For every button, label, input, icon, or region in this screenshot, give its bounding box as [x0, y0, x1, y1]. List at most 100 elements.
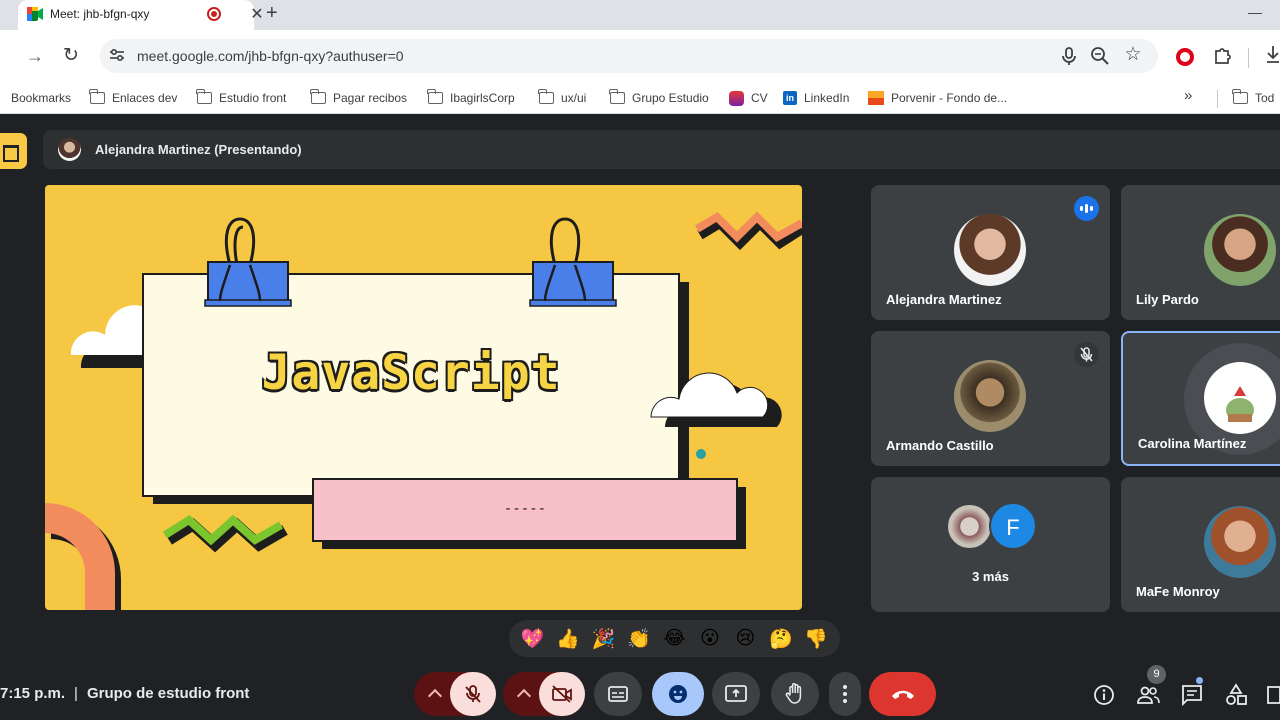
folder-icon — [538, 89, 554, 104]
cactus-icon — [1226, 386, 1254, 422]
chat-icon[interactable] — [1180, 683, 1204, 707]
camera-options-chevron-icon[interactable] — [516, 688, 532, 704]
binder-clip-left — [204, 217, 292, 307]
bookmark-folder[interactable]: Enlaces dev — [89, 88, 178, 108]
emoji-icon — [669, 685, 687, 703]
more-options-button[interactable] — [829, 672, 861, 716]
chat-notification-dot — [1196, 677, 1203, 684]
hand-icon — [785, 683, 802, 704]
bookmark-label: Enlaces dev — [112, 91, 178, 105]
download-icon[interactable] — [1266, 44, 1280, 64]
reaction-heart[interactable]: 💖 — [516, 627, 550, 651]
activities-icon[interactable] — [1224, 683, 1248, 707]
participant-tile[interactable]: Alejandra Martinez — [871, 185, 1110, 320]
bookmark-item[interactable]: CV — [729, 88, 768, 108]
reaction-party[interactable]: 🎉 — [587, 627, 621, 651]
browser-toolbar: → ↻ meet.google.com/jhb-bfgn-qxy?authuse… — [0, 30, 1280, 82]
reactions-bar: 💖 👍 🎉 👏 😂 😮 😢 🤔 👎 — [509, 620, 840, 657]
raise-hand-button[interactable] — [771, 672, 819, 716]
window-minimize-button[interactable]: — — [1248, 4, 1262, 20]
mic-options-chevron-icon[interactable] — [427, 688, 443, 704]
reaction-laugh[interactable]: 😂 — [657, 627, 691, 650]
participant-tile[interactable]: Armando Castillo — [871, 331, 1110, 466]
mic-off-icon — [1074, 342, 1099, 367]
zoom-icon[interactable] — [1089, 45, 1111, 67]
bookmark-item[interactable]: Bookmarks — [11, 88, 71, 108]
reaction-sad[interactable]: 😢 — [728, 627, 762, 650]
participant-name: Alejandra Martinez — [886, 292, 1002, 307]
porvenir-icon — [868, 91, 884, 105]
cv-icon — [729, 90, 744, 106]
avatar — [954, 360, 1026, 432]
reaction-clap[interactable]: 👏 — [622, 627, 656, 651]
meeting-details-icon[interactable] — [1092, 683, 1116, 707]
new-tab-button[interactable]: + — [266, 2, 278, 25]
site-settings-icon[interactable] — [110, 49, 124, 61]
reaction-thumbs-down[interactable]: 👎 — [799, 627, 833, 651]
browser-tabstrip: Meet: jhb-bfgn-qxy ✕ + — — [0, 0, 1280, 30]
participant-tile-overflow[interactable]: F 3 más — [871, 477, 1110, 612]
bookmark-star-icon[interactable]: ☆ — [1122, 43, 1144, 66]
present-screen-button[interactable] — [712, 672, 760, 716]
mic-off-icon — [465, 685, 481, 703]
camera-toggle-button[interactable] — [539, 672, 585, 716]
mic-toggle-button[interactable] — [450, 672, 496, 716]
opera-extension-icon[interactable] — [1176, 48, 1194, 66]
bookmarks-bar: Bookmarks Enlaces dev Estudio front Paga… — [0, 82, 1280, 114]
bookmark-label: Grupo Estudio — [632, 91, 709, 105]
captions-button[interactable] — [594, 672, 642, 716]
slide-subtitle: ----- — [503, 501, 547, 517]
folder-icon — [310, 89, 326, 104]
tab-close-button[interactable]: ✕ — [248, 4, 266, 24]
meeting-name: Grupo de estudio front — [86, 685, 250, 702]
bookmark-folder[interactable]: Tod — [1232, 88, 1275, 108]
bookmark-label: CV — [751, 91, 768, 105]
presentation-slide: JavaScript ----- — [45, 185, 802, 610]
reaction-surprised[interactable]: 😮 — [693, 627, 727, 650]
bookmark-label: LinkedIn — [804, 91, 850, 105]
binder-clip-right — [529, 217, 617, 307]
reaction-thinking[interactable]: 🤔 — [764, 627, 798, 651]
bookmark-item[interactable]: in LinkedIn — [783, 88, 849, 108]
reaction-thumbs-up[interactable]: 👍 — [551, 627, 585, 651]
reactions-button[interactable] — [652, 672, 704, 716]
people-icon[interactable] — [1136, 683, 1160, 707]
bookmark-folder[interactable]: ux/ui — [538, 88, 586, 108]
camera-off-icon — [552, 685, 572, 703]
participant-tile[interactable]: Carolina Martínez — [1121, 331, 1280, 466]
bookmark-label: IbagirlsCorp — [450, 91, 515, 105]
bookmark-label: Tod — [1255, 91, 1275, 105]
forward-button[interactable]: → — [26, 46, 44, 67]
meet-icon — [27, 7, 43, 21]
clock-time: 7:15 p.m. — [0, 685, 66, 702]
host-controls-icon[interactable] — [1266, 683, 1280, 707]
address-bar[interactable]: meet.google.com/jhb-bfgn-qxy?authuser=0 … — [100, 39, 1158, 73]
presentation-layout-icon[interactable] — [0, 133, 27, 169]
tab-meet[interactable]: Meet: jhb-bfgn-qxy ✕ — [18, 0, 264, 30]
bookmark-folder[interactable]: Estudio front — [196, 88, 286, 108]
url-text[interactable]: meet.google.com/jhb-bfgn-qxy?authuser=0 — [137, 48, 404, 64]
extensions-icon[interactable] — [1213, 45, 1233, 65]
presenter-label: Alejandra Martinez (Presentando) — [95, 142, 302, 157]
avatar — [1204, 214, 1276, 286]
linkedin-icon: in — [783, 91, 797, 105]
speaking-indicator-icon — [1074, 196, 1099, 221]
participant-tile[interactable]: MaFe Monroy — [1121, 477, 1280, 612]
bookmarks-overflow-button[interactable]: » — [1184, 87, 1192, 104]
presenter-avatar — [58, 138, 81, 161]
microphone-icon[interactable] — [1058, 45, 1080, 67]
bookmark-folder[interactable]: Pagar recibos — [310, 88, 407, 108]
people-count-badge: 9 — [1147, 665, 1166, 684]
info-separator: | — [74, 685, 78, 702]
reload-button[interactable]: ↻ — [63, 44, 79, 67]
participant-tile[interactable]: Lily Pardo — [1121, 185, 1280, 320]
end-call-icon — [891, 690, 914, 699]
bookmark-folder[interactable]: IbagirlsCorp — [427, 88, 515, 108]
bookmark-label: Bookmarks — [11, 91, 72, 105]
leave-call-button[interactable] — [869, 672, 936, 716]
folder-icon — [609, 89, 625, 104]
bookmark-item[interactable]: Porvenir - Fondo de... — [868, 88, 1007, 108]
bookmark-folder[interactable]: Grupo Estudio — [609, 88, 709, 108]
participant-name: Armando Castillo — [886, 438, 994, 453]
avatar — [1204, 362, 1276, 434]
